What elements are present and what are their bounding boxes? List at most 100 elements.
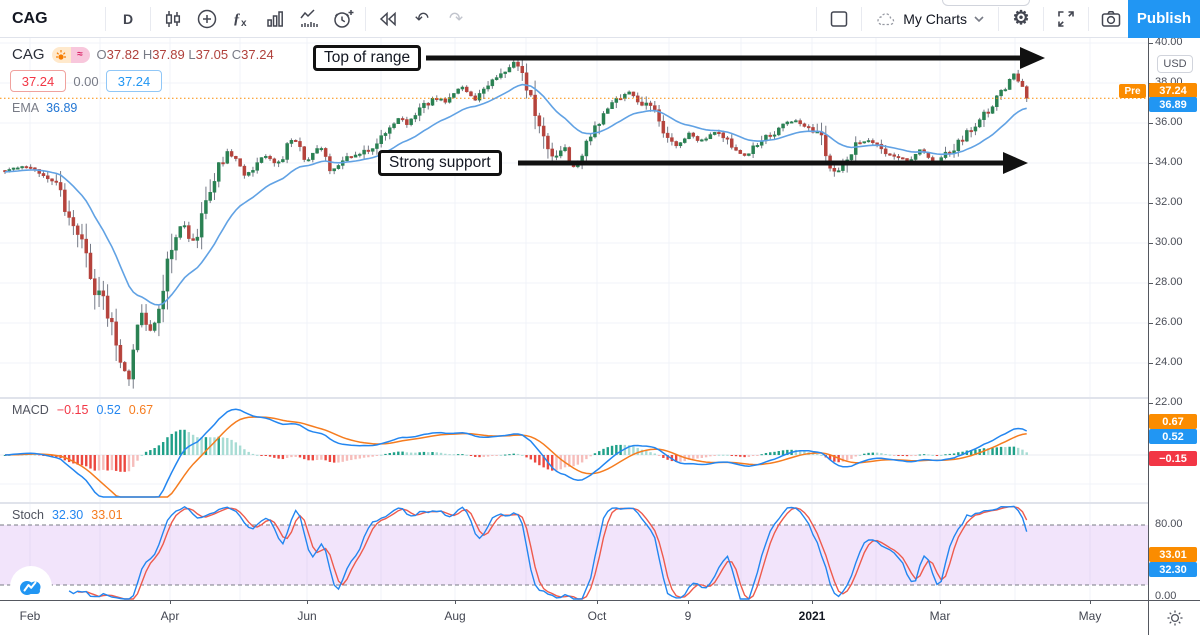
market-status-pill[interactable]: ≈ xyxy=(52,47,90,63)
premarket-sun-icon xyxy=(52,47,71,63)
axis-tick xyxy=(1149,123,1153,124)
trading-chart-app: CAG D ƒ x xyxy=(0,0,1200,635)
pre-price-tag: 37.24 xyxy=(1149,83,1197,98)
interval-button[interactable]: D xyxy=(111,4,145,34)
time-axis-label: Feb xyxy=(0,609,60,623)
annotation-box[interactable]: Strong support xyxy=(378,150,502,176)
time-axis-label: 9 xyxy=(658,609,718,623)
time-axis-label: 2021 xyxy=(782,609,842,623)
axis-tick xyxy=(1149,363,1153,364)
macd-hist-value: −0.15 xyxy=(57,403,89,417)
currency-badge[interactable]: USD xyxy=(1157,55,1193,73)
toolbar-separator xyxy=(816,7,817,31)
price-axis-label: 30.00 xyxy=(1155,236,1183,248)
indicator-columns-icon[interactable] xyxy=(258,4,292,34)
symbol-button[interactable]: CAG xyxy=(12,10,100,28)
axis-tick xyxy=(1149,403,1153,404)
forecast-wave-icon[interactable] xyxy=(292,4,326,34)
svg-text:x: x xyxy=(241,18,247,29)
time-axis-label: Oct xyxy=(567,609,627,623)
stoch-d-value: 33.01 xyxy=(91,508,122,522)
toolbar-separator xyxy=(1088,7,1089,31)
toolbar-separator xyxy=(861,7,862,31)
my-charts-cloud-icon xyxy=(875,9,897,29)
ema-legend[interactable]: EMA 36.89 xyxy=(12,101,77,115)
price-axis-label: 32.00 xyxy=(1155,196,1183,208)
price-legend: CAG ≈ O37.82 H37.89 L37.05 C37.24 xyxy=(12,46,274,63)
compare-add-icon[interactable] xyxy=(190,4,224,34)
pre-market-chip: Pre xyxy=(1119,84,1146,98)
time-axis-label: May xyxy=(1060,609,1120,623)
toolbar-separator xyxy=(1043,7,1044,31)
my-charts-button[interactable]: My Charts xyxy=(867,9,993,29)
price-axis-border xyxy=(1148,38,1149,635)
toolbar-separator xyxy=(998,7,999,31)
toolbar-separator xyxy=(365,7,366,31)
stoch-d-tag: 33.01 xyxy=(1149,547,1197,562)
macd-signal-tag: 0.67 xyxy=(1149,414,1197,429)
axis-tick xyxy=(1149,323,1153,324)
stoch-axis-label: 80.00 xyxy=(1155,518,1183,530)
my-charts-label: My Charts xyxy=(903,11,967,27)
time-axis-settings[interactable] xyxy=(1149,601,1200,635)
trade-buttons: 37.24 0.00 37.24 xyxy=(10,70,162,92)
stoch-k-value: 32.30 xyxy=(52,508,83,522)
chevron-down-icon xyxy=(973,13,985,25)
ema-legend-label: EMA xyxy=(12,101,39,115)
macd-line-value: 0.52 xyxy=(96,403,120,417)
price-axis-label: 36.00 xyxy=(1155,116,1183,128)
toolbar-separator xyxy=(105,7,106,31)
delayed-data-icon: ≈ xyxy=(71,47,90,63)
settings-gear-icon[interactable]: ⚙ xyxy=(1004,4,1038,34)
axis-tick xyxy=(1149,243,1153,244)
toolbar-separator xyxy=(150,7,151,31)
time-axis-label: Jun xyxy=(277,609,337,623)
axis-tick xyxy=(1149,283,1153,284)
price-axis-label: 22.00 xyxy=(1155,396,1183,408)
fullscreen-icon[interactable] xyxy=(1049,4,1083,34)
pane-divider-stoch[interactable] xyxy=(0,502,1200,504)
time-axis-label: Apr xyxy=(140,609,200,623)
sun-session-icon xyxy=(1166,609,1184,627)
svg-text:ƒ: ƒ xyxy=(233,11,241,27)
pane-divider-macd[interactable] xyxy=(0,397,1200,399)
stoch-k-tag: 32.30 xyxy=(1149,562,1197,577)
publish-button[interactable]: Publish xyxy=(1128,0,1200,38)
toolbar-collapse-handle[interactable] xyxy=(942,0,1030,6)
axis-tick xyxy=(1149,43,1153,44)
ema-legend-value: 36.89 xyxy=(46,101,77,115)
tradingview-logo[interactable] xyxy=(10,566,52,608)
undo-icon[interactable]: ↶ xyxy=(405,4,439,34)
spread-label: 0.00 xyxy=(66,74,106,89)
ema-price-tag: 36.89 xyxy=(1149,97,1197,112)
time-axis-border xyxy=(0,600,1200,601)
camera-snapshot-icon[interactable] xyxy=(1094,4,1128,34)
stoch-legend-title: Stoch xyxy=(12,508,44,522)
ohlc-values: O37.82 H37.89 L37.05 C37.24 xyxy=(97,47,274,62)
price-axis-label: 28.00 xyxy=(1155,276,1183,288)
time-axis-label: Mar xyxy=(910,609,970,623)
time-axis-label: Aug xyxy=(425,609,485,623)
macd-signal-value: 0.67 xyxy=(129,403,153,417)
macd-line-tag: 0.52 xyxy=(1149,429,1197,444)
indicators-fx-icon[interactable]: ƒ x xyxy=(224,4,258,34)
axis-tick xyxy=(1149,203,1153,204)
redo-icon[interactable]: ↷ xyxy=(439,4,473,34)
layout-grid-icon[interactable] xyxy=(822,4,856,34)
time-axis[interactable]: Feb Apr Jun Aug Oct 9 2021 Mar May xyxy=(0,601,1200,635)
price-axis-label: 24.00 xyxy=(1155,356,1183,368)
axis-tick xyxy=(1149,163,1153,164)
price-axis[interactable]: 40.0038.0036.0034.0032.0030.0028.0026.00… xyxy=(1149,38,1200,600)
chart-canvas[interactable] xyxy=(0,38,1148,600)
stoch-legend[interactable]: Stoch 32.30 33.01 xyxy=(12,508,123,522)
annotation-box[interactable]: Top of range xyxy=(313,45,421,71)
candlestick-chart-icon[interactable] xyxy=(156,4,190,34)
macd-legend[interactable]: MACD −0.15 0.52 0.67 xyxy=(12,403,153,417)
replay-rewind-icon[interactable] xyxy=(371,4,405,34)
legend-symbol[interactable]: CAG xyxy=(12,46,45,63)
alert-clock-icon[interactable] xyxy=(326,4,360,34)
buy-button[interactable]: 37.24 xyxy=(106,70,162,92)
macd-legend-title: MACD xyxy=(12,403,49,417)
sell-button[interactable]: 37.24 xyxy=(10,70,66,92)
price-axis-label: 26.00 xyxy=(1155,316,1183,328)
